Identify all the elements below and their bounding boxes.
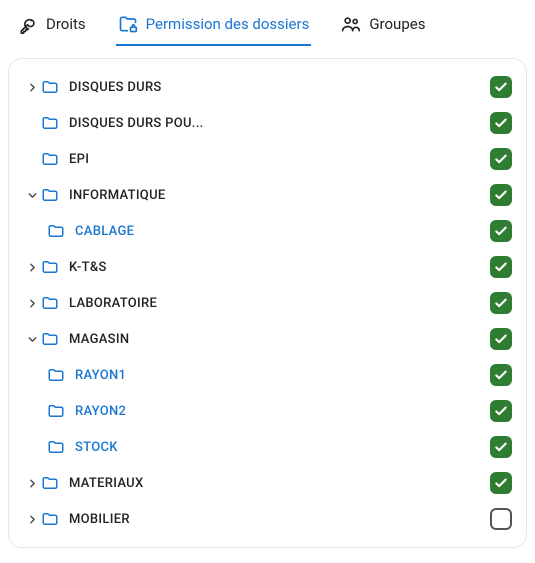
- tree-row: DISQUES DURS: [21, 69, 514, 105]
- tree-item[interactable]: DISQUES DURS POU...: [41, 114, 484, 132]
- chevron-right-icon[interactable]: [23, 261, 41, 274]
- key-icon: [18, 14, 38, 34]
- tree-item-label: K-T&S: [69, 260, 107, 275]
- folder-icon: [41, 186, 59, 204]
- tree-row: MAGASIN: [21, 321, 514, 357]
- tree-row: MOBILIER: [21, 501, 514, 537]
- tree-row: CABLAGE: [21, 213, 514, 249]
- tree-item-label: STOCK: [75, 440, 118, 455]
- folder-icon: [47, 366, 65, 384]
- chevron-down-icon[interactable]: [23, 189, 41, 202]
- permission-checkbox[interactable]: [490, 400, 512, 422]
- chevron-right-icon[interactable]: [23, 513, 41, 526]
- tree-item[interactable]: MOBILIER: [41, 510, 484, 528]
- tree-row: DISQUES DURS POU...: [21, 105, 514, 141]
- tree-row: LABORATOIRE: [21, 285, 514, 321]
- permission-checkbox[interactable]: [490, 112, 512, 134]
- folder-icon: [41, 510, 59, 528]
- tree-item-label: MOBILIER: [69, 512, 130, 527]
- tree-row: RAYON1: [21, 357, 514, 393]
- tree-item-label: LABORATOIRE: [69, 296, 157, 311]
- folder-lock-icon: [118, 14, 138, 34]
- tree-item-label: INFORMATIQUE: [69, 188, 166, 203]
- chevron-right-icon[interactable]: [23, 297, 41, 310]
- tree-row: RAYON2: [21, 393, 514, 429]
- folder-icon: [41, 258, 59, 276]
- folder-icon: [41, 114, 59, 132]
- tab-groups[interactable]: Groupes: [339, 8, 427, 46]
- folder-icon: [41, 150, 59, 168]
- folder-icon: [47, 402, 65, 420]
- tab-label: Droits: [46, 15, 86, 33]
- tree-item[interactable]: LABORATOIRE: [41, 294, 484, 312]
- permission-checkbox[interactable]: [490, 472, 512, 494]
- folder-icon: [41, 78, 59, 96]
- permission-checkbox[interactable]: [490, 184, 512, 206]
- tree-item-label: CABLAGE: [75, 224, 134, 239]
- tree-row: K-T&S: [21, 249, 514, 285]
- chevron-right-icon[interactable]: [23, 477, 41, 490]
- tree-item-label: RAYON1: [75, 368, 126, 383]
- tree-item[interactable]: K-T&S: [41, 258, 484, 276]
- folder-tree: DISQUES DURS DISQUES DURS POU... EPI INFORM…: [21, 69, 514, 537]
- tree-row: EPI: [21, 141, 514, 177]
- tree-item[interactable]: RAYON2: [47, 402, 484, 420]
- permission-checkbox[interactable]: [490, 220, 512, 242]
- tree-row: MATERIAUX: [21, 465, 514, 501]
- folder-icon: [47, 222, 65, 240]
- tree-item[interactable]: CABLAGE: [47, 222, 484, 240]
- tab-folders[interactable]: Permission des dossiers: [116, 8, 312, 46]
- tree-item[interactable]: EPI: [41, 150, 484, 168]
- folder-icon: [47, 438, 65, 456]
- tree-item[interactable]: MAGASIN: [41, 330, 484, 348]
- permission-checkbox[interactable]: [490, 364, 512, 386]
- tree-item-label: DISQUES DURS POU...: [69, 116, 204, 131]
- chevron-down-icon[interactable]: [23, 333, 41, 346]
- permission-checkbox[interactable]: [490, 148, 512, 170]
- tree-item-label: EPI: [69, 152, 89, 167]
- tree-item[interactable]: STOCK: [47, 438, 484, 456]
- tree-item-label: DISQUES DURS: [69, 80, 162, 95]
- permission-checkbox[interactable]: [490, 292, 512, 314]
- chevron-right-icon[interactable]: [23, 81, 41, 94]
- permission-checkbox[interactable]: [490, 76, 512, 98]
- people-icon: [341, 14, 361, 34]
- permission-checkbox[interactable]: [490, 508, 512, 530]
- tree-item-label: MAGASIN: [69, 332, 129, 347]
- tab-label: Permission des dossiers: [146, 15, 310, 33]
- tabs: Droits Permission des dossiers Groupes: [8, 8, 527, 46]
- folder-permission-panel: DISQUES DURS DISQUES DURS POU... EPI INFORM…: [8, 58, 527, 548]
- tab-rights[interactable]: Droits: [16, 8, 88, 46]
- tree-item[interactable]: DISQUES DURS: [41, 78, 484, 96]
- permission-checkbox[interactable]: [490, 328, 512, 350]
- tree-item-label: MATERIAUX: [69, 476, 143, 491]
- tab-label: Groupes: [369, 15, 425, 33]
- tree-item[interactable]: RAYON1: [47, 366, 484, 384]
- folder-icon: [41, 330, 59, 348]
- tree-item[interactable]: INFORMATIQUE: [41, 186, 484, 204]
- tree-row: INFORMATIQUE: [21, 177, 514, 213]
- tree-item[interactable]: MATERIAUX: [41, 474, 484, 492]
- folder-icon: [41, 294, 59, 312]
- permission-checkbox[interactable]: [490, 436, 512, 458]
- tree-item-label: RAYON2: [75, 404, 126, 419]
- folder-icon: [41, 474, 59, 492]
- tree-row: STOCK: [21, 429, 514, 465]
- permission-checkbox[interactable]: [490, 256, 512, 278]
